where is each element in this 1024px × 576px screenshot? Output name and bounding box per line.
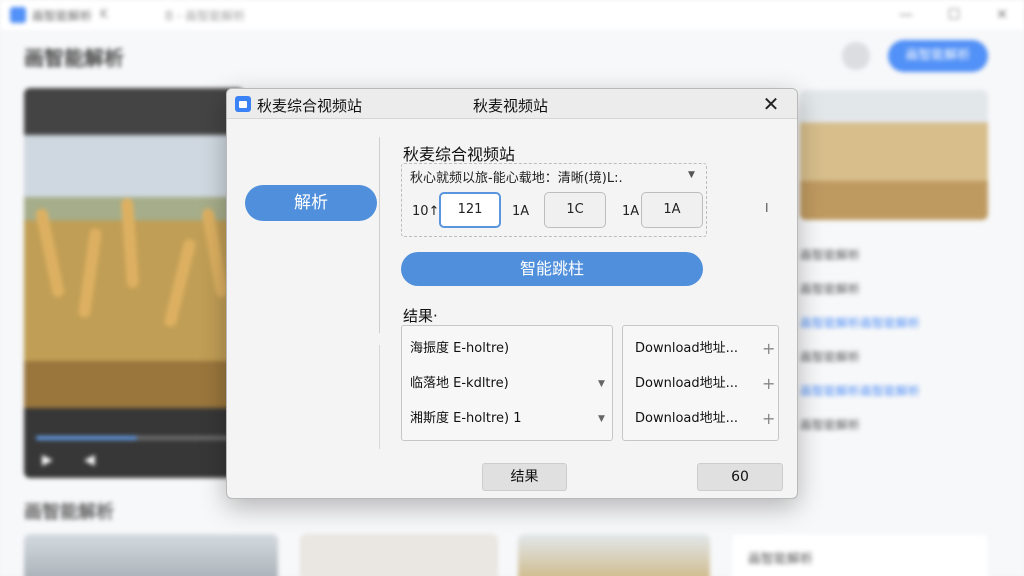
result-row-text: 海振度 E-holtre)	[410, 341, 510, 356]
result-row-text: 临落地 E-kdltre)	[410, 376, 509, 391]
download-list: Download地址... + Download地址... + Download…	[622, 325, 779, 441]
smart-jump-button[interactable]: 智能跳柱	[401, 252, 703, 286]
chevron-down-icon[interactable]: ▼	[598, 371, 605, 397]
download-row[interactable]: Download地址... +	[635, 336, 775, 362]
dialog-app-name: 秋麦综合视频站	[257, 97, 363, 115]
download-row[interactable]: Download地址... +	[635, 371, 775, 397]
result-row[interactable]: 临落地 E-kdltre) ▼	[410, 371, 606, 397]
quality-option-text: 10↑	[412, 204, 440, 219]
divider	[379, 345, 380, 449]
chevron-down-icon[interactable]: ▼	[598, 406, 605, 432]
result-button[interactable]: 结果	[482, 463, 567, 491]
download-link-text[interactable]: Download地址...	[635, 341, 738, 356]
app-icon	[235, 96, 251, 112]
result-row[interactable]: 海振度 E-holtre)	[410, 336, 606, 362]
count-button[interactable]: 60	[697, 463, 783, 491]
result-list: 海振度 E-holtre) 临落地 E-kdltre) ▼ 湘斯度 E-holt…	[401, 325, 613, 441]
download-link-text[interactable]: Download地址...	[635, 411, 738, 426]
quality-option-field[interactable]: 1A	[641, 192, 703, 228]
plus-icon[interactable]: +	[762, 406, 775, 432]
side-marker: I	[765, 201, 769, 215]
quality-option-text: 1A	[512, 204, 530, 219]
divider	[379, 137, 380, 333]
quality-selector[interactable]: 秋心就频以旅-能心载地：清晰(境)L:. ▼ 10↑ 121 1A 1C 1A …	[401, 163, 707, 237]
result-row[interactable]: 湘斯度 E-holtre) 1 ▼	[410, 406, 606, 432]
quality-label: 秋心就频以旅-能心载地：清晰(境)L:.	[410, 171, 623, 186]
dialog-title: 秋麦视频站	[473, 97, 549, 115]
download-row[interactable]: Download地址... +	[635, 406, 775, 432]
quality-option-field[interactable]: 1C	[544, 192, 606, 228]
quality-option-field[interactable]: 121	[439, 192, 501, 228]
plus-icon[interactable]: +	[762, 336, 775, 362]
video-parse-dialog: 秋麦综合视频站 秋麦视频站 ✕ 解析 秋麦综合视频站 秋心就频以旅-能心载地：清…	[226, 88, 798, 499]
result-label: 结果·	[403, 307, 438, 325]
plus-icon[interactable]: +	[762, 371, 775, 397]
close-icon[interactable]: ✕	[759, 92, 783, 116]
panel-title: 秋麦综合视频站	[403, 145, 516, 164]
parse-button[interactable]: 解析	[245, 185, 377, 221]
chevron-down-icon[interactable]: ▼	[688, 170, 695, 180]
result-row-text: 湘斯度 E-holtre) 1	[410, 411, 522, 426]
quality-option-text: 1A	[622, 204, 640, 219]
dialog-titlebar: 秋麦综合视频站 秋麦视频站 ✕	[227, 89, 797, 119]
download-link-text[interactable]: Download地址...	[635, 376, 738, 391]
